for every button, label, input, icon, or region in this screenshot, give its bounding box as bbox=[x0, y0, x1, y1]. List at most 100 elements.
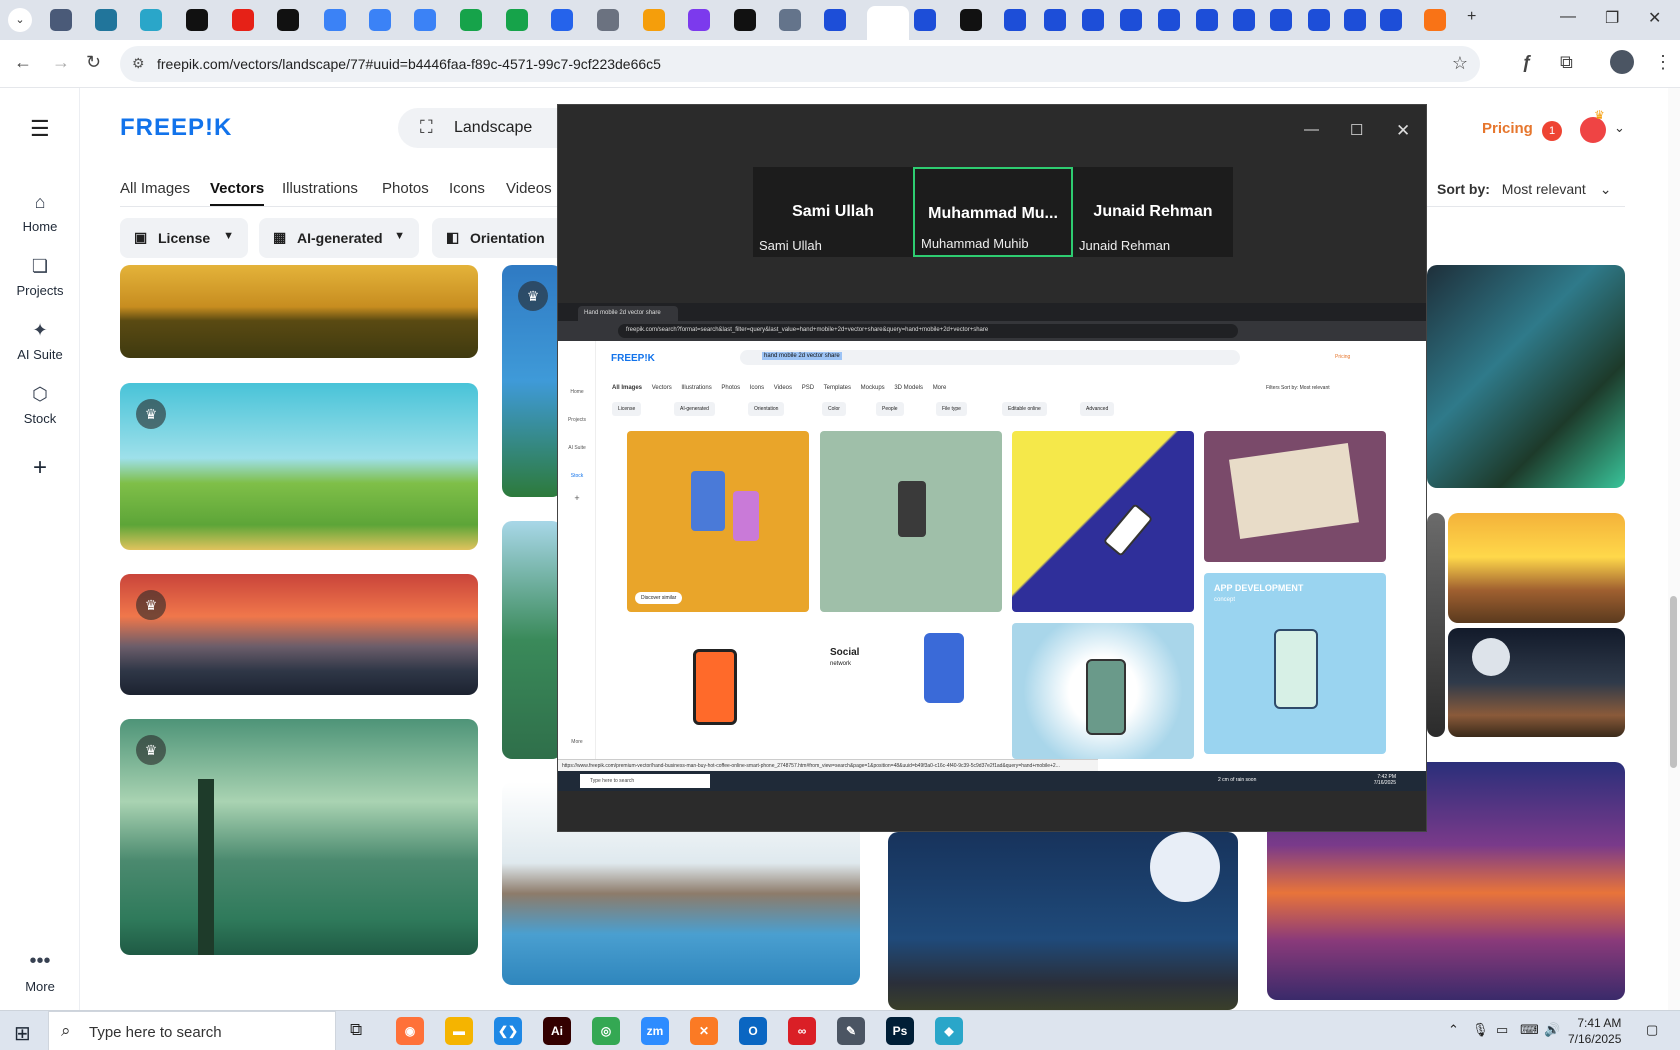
search-type-icon[interactable]: ⛶ bbox=[420, 117, 433, 138]
url-text[interactable]: freepik.com/vectors/landscape/77#uuid=b4… bbox=[157, 56, 661, 72]
sidebar-item-more[interactable]: ••• More bbox=[0, 950, 80, 994]
pricing-link[interactable]: Pricing bbox=[1482, 120, 1533, 137]
windows-start-icon[interactable]: ⊞ bbox=[14, 1021, 31, 1046]
tab-vectors[interactable]: Vectors bbox=[210, 180, 265, 206]
landscape-thumbnail[interactable] bbox=[1448, 513, 1625, 623]
youtube-icon[interactable] bbox=[232, 9, 254, 31]
freepik-icon[interactable] bbox=[1044, 9, 1066, 31]
task-view-icon[interactable]: ⧉ bbox=[350, 1020, 362, 1040]
zoom-minimize-icon[interactable]: — bbox=[1304, 121, 1319, 138]
landscape-thumbnail[interactable] bbox=[502, 521, 562, 759]
tray-chevron-up-icon[interactable]: ⌃ bbox=[1448, 1022, 1459, 1038]
freepik-icon[interactable] bbox=[824, 9, 846, 31]
profile-avatar[interactable] bbox=[1610, 50, 1634, 74]
chrome-icon[interactable]: ◎ bbox=[592, 1017, 620, 1045]
taskbar-clock[interactable]: 7:41 AM 7/16/2025 bbox=[1568, 1015, 1621, 1047]
shared-screen[interactable]: Hand mobile 2d vector share freepik.com/… bbox=[558, 303, 1426, 791]
docs-icon[interactable] bbox=[414, 9, 436, 31]
search-value[interactable]: Landscape bbox=[454, 119, 532, 137]
outlook-icon[interactable]: O bbox=[739, 1017, 767, 1045]
freepik-icon[interactable] bbox=[1270, 9, 1292, 31]
tab-all-images[interactable]: All Images bbox=[120, 180, 190, 197]
xampp-icon[interactable]: ✕ bbox=[690, 1017, 718, 1045]
new-tab-icon[interactable]: + bbox=[1467, 8, 1476, 26]
sort-value[interactable]: Most relevant bbox=[1502, 181, 1586, 197]
zoom-maximize-icon[interactable]: ☐ bbox=[1350, 121, 1363, 139]
freepik-icon[interactable] bbox=[1082, 9, 1104, 31]
sidebar-item-ai-suite[interactable]: ✦ AI Suite bbox=[0, 320, 80, 362]
tab-icons[interactable]: Icons bbox=[449, 180, 485, 197]
tool-icon[interactable] bbox=[779, 9, 801, 31]
network-icon[interactable]: ⌨ bbox=[1520, 1022, 1539, 1038]
site-info-icon[interactable]: ⚙ bbox=[132, 55, 145, 72]
wordpress-icon[interactable] bbox=[95, 9, 117, 31]
minimize-icon[interactable]: — bbox=[1560, 8, 1576, 26]
globe-icon[interactable] bbox=[597, 9, 619, 31]
filter-ai-generated[interactable]: ▦ AI-generated ▼ bbox=[259, 218, 419, 258]
reload-icon[interactable]: ↻ bbox=[86, 52, 101, 73]
hamburger-menu-icon[interactable]: ☰ bbox=[30, 116, 50, 142]
bookmark-star-icon[interactable]: ☆ bbox=[1452, 53, 1468, 74]
firefox-icon[interactable]: ◉ bbox=[396, 1017, 424, 1045]
url-omnibox[interactable]: ⚙ freepik.com/vectors/landscape/77#uuid=… bbox=[120, 46, 1480, 82]
restore-icon[interactable]: ❐ bbox=[1605, 8, 1619, 28]
extensions-puzzle-icon[interactable]: ⧉ bbox=[1560, 52, 1573, 73]
freepik-icon[interactable] bbox=[1344, 9, 1366, 31]
page-scrollbar-thumb[interactable] bbox=[1670, 596, 1677, 768]
notification-badge[interactable]: 1 bbox=[1542, 121, 1562, 141]
sidebar-item-stock[interactable]: ⬡ Stock bbox=[0, 384, 80, 426]
landscape-thumbnail[interactable] bbox=[1427, 265, 1625, 488]
landscape-thumbnail[interactable] bbox=[1448, 628, 1625, 737]
hand-icon[interactable] bbox=[1424, 9, 1446, 31]
extension-f-icon[interactable]: ƒ bbox=[1522, 52, 1532, 73]
vscode-icon[interactable]: ❮❯ bbox=[494, 1017, 522, 1045]
freepik-icon[interactable] bbox=[1380, 9, 1402, 31]
pen-tool-icon[interactable]: ✎ bbox=[837, 1017, 865, 1045]
zoom-icon[interactable]: zm bbox=[641, 1017, 669, 1045]
participant-tile[interactable]: Sami Ullah Sami Ullah bbox=[753, 167, 913, 257]
sidebar-item-projects[interactable]: ❏ Projects bbox=[0, 256, 80, 298]
back-icon[interactable]: ← bbox=[14, 52, 32, 73]
sidebar-add-button[interactable]: + bbox=[0, 454, 80, 482]
landscape-thumbnail[interactable] bbox=[1427, 513, 1445, 737]
creative-cloud-icon[interactable]: ∞ bbox=[788, 1017, 816, 1045]
microphone-icon[interactable]: 🎙 bbox=[1472, 1022, 1489, 1038]
freepik-icon[interactable] bbox=[1004, 9, 1026, 31]
app-icon[interactable] bbox=[140, 9, 162, 31]
close-window-icon[interactable]: ✕ bbox=[1648, 8, 1661, 28]
app-icon[interactable]: ◆ bbox=[935, 1017, 963, 1045]
freepik-icon[interactable] bbox=[1120, 9, 1142, 31]
bird-icon[interactable] bbox=[643, 9, 665, 31]
sidebar-item-home[interactable]: ⌂ Home bbox=[0, 192, 80, 234]
freepik-icon[interactable] bbox=[1308, 9, 1330, 31]
filter-orientation[interactable]: ◧ Orientation bbox=[432, 218, 568, 258]
file-explorer-icon[interactable]: ▬ bbox=[445, 1017, 473, 1045]
filter-license[interactable]: ▣ License ▼ bbox=[120, 218, 248, 258]
tab-photos[interactable]: Photos bbox=[382, 180, 429, 197]
ai-icon[interactable] bbox=[734, 9, 756, 31]
display-icon[interactable]: ▭ bbox=[1496, 1022, 1508, 1038]
landscape-thumbnail[interactable] bbox=[120, 265, 478, 358]
docs-icon[interactable] bbox=[324, 9, 346, 31]
chevron-down-icon[interactable]: ⌄ bbox=[1614, 120, 1625, 136]
medium-icon[interactable] bbox=[960, 9, 982, 31]
freepik-icon[interactable] bbox=[1196, 9, 1218, 31]
participant-tile[interactable]: Junaid Rehman Junaid Rehman bbox=[1073, 167, 1233, 257]
braces-icon[interactable] bbox=[688, 9, 710, 31]
landscape-thumbnail[interactable]: ♛ bbox=[120, 383, 478, 550]
landscape-thumbnail[interactable]: ♛ bbox=[120, 574, 478, 695]
freepik-logo[interactable]: FREEP!K bbox=[120, 114, 232, 142]
tab-videos[interactable]: Videos bbox=[506, 180, 552, 197]
landscape-thumbnail[interactable]: ♛ bbox=[502, 265, 562, 497]
notifications-icon[interactable]: ▢ bbox=[1646, 1022, 1658, 1038]
freepik-icon[interactable] bbox=[1233, 9, 1255, 31]
active-tab[interactable] bbox=[867, 6, 909, 40]
taskbar-search-input[interactable]: ⌕ Type here to search bbox=[48, 1011, 336, 1050]
forward-icon[interactable]: → bbox=[52, 52, 70, 73]
browser-menu-icon[interactable]: ⋮ bbox=[1654, 52, 1672, 73]
volume-icon[interactable]: 🔊 bbox=[1544, 1022, 1560, 1038]
sheets-icon[interactable] bbox=[506, 9, 528, 31]
sheets-icon[interactable] bbox=[460, 9, 482, 31]
bolt-icon[interactable] bbox=[277, 9, 299, 31]
photoshop-icon[interactable]: Ps bbox=[886, 1017, 914, 1045]
